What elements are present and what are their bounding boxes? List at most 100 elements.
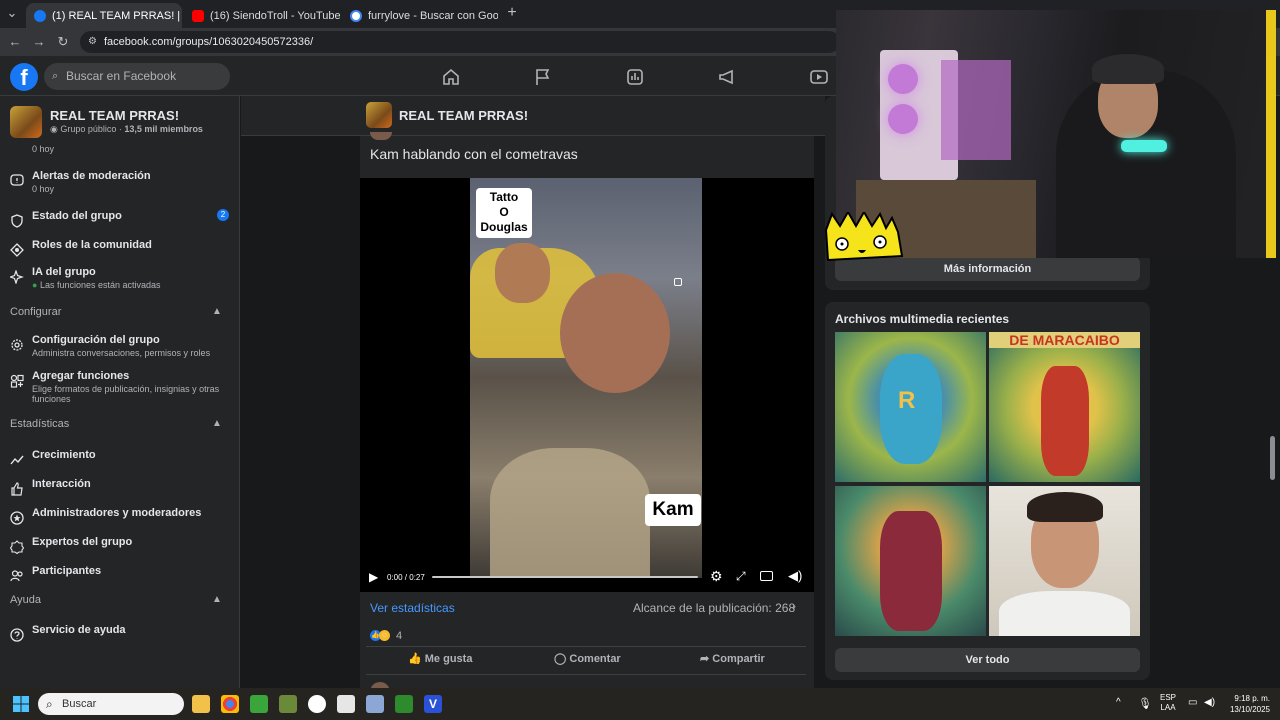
sidebar-item-participants[interactable]: Participantes [0,563,239,591]
windows-start-icon[interactable] [12,695,30,713]
search-icon: ⌕ [52,70,59,82]
reaction-count[interactable]: 4 [396,630,402,642]
media-thumbnail[interactable] [989,486,1140,636]
clock[interactable]: 9:18 p. m. 13/10/2025 [1222,693,1270,715]
network-icon[interactable]: ▭ [1188,697,1197,708]
sidebar-item-group-settings[interactable]: Configuración del grupo Administra conve… [0,332,239,362]
media-thumbnail[interactable]: R [835,332,986,482]
sidebar-item-sub: Administra conversaciones, permisos y ro… [32,348,211,358]
view-stats-link[interactable]: Ver estadísticas [370,601,455,615]
tab-title: (16) SiendoTroll - YouTube [210,9,340,22]
sidebar-item-label: Expertos del grupo [32,536,133,548]
file-explorer-icon[interactable] [192,695,210,713]
sidebar-item-add-features[interactable]: Agregar funciones Elige formatos de publ… [0,368,239,408]
clock-time: 9:18 p. m. [1234,694,1270,703]
video-icon[interactable] [809,67,829,87]
chevron-right-icon[interactable]: › [792,599,796,613]
flag-icon[interactable] [533,67,553,87]
group-avatar[interactable] [10,106,42,138]
fullscreen-icon[interactable]: ⤢ [736,569,746,584]
sticky-group-header: REAL TEAM PRRAS! [241,96,825,136]
browser-tab-google[interactable]: furrylove - Buscar con Google ✕ [342,3,498,28]
chevron-up-icon[interactable]: ▲ [212,418,222,429]
sidebar-item-group-status[interactable]: Estado del grupo 2 [0,208,239,236]
person-beanie [1092,54,1164,84]
facebook-logo[interactable]: f [10,63,38,91]
url-input[interactable]: ⚙ facebook.com/groups/1063020450572336/ [80,31,840,53]
sidebar-item-moderation-alerts[interactable]: Alertas de moderación 0 hoy [0,168,239,198]
author-avatar[interactable] [370,132,392,140]
main-feed: REAL TEAM PRRAS! Kam hablando con el com… [241,96,825,688]
group-header-title[interactable]: REAL TEAM PRRAS! [399,108,528,123]
chevron-up-icon[interactable]: ▲ [212,594,222,605]
comment-button[interactable]: ◯ Comentar [554,652,621,665]
reload-icon[interactable]: ↻ [55,34,71,50]
notepad-icon[interactable] [337,695,355,713]
game-icon[interactable] [279,695,297,713]
share-button[interactable]: ➦ Compartir [700,652,765,665]
sidebar-item-label: Participantes [32,565,102,577]
forward-arrow-icon[interactable]: → [31,34,47,50]
back-arrow-icon[interactable]: ← [7,34,23,50]
site-info-icon[interactable]: ⚙ [88,31,97,53]
engine-shape [490,448,650,578]
volume-icon[interactable]: ◀) [788,568,802,584]
group-avatar[interactable] [366,102,392,128]
settings-gear-icon[interactable]: ⚙ [710,568,723,585]
tab-title: (1) REAL TEAM PRRAS! | Facebo [52,9,182,22]
sidebar-item-help-center[interactable]: Servicio de ayuda [0,622,239,650]
video-time: 0:00 / 0:27 [387,573,425,582]
video-caption-top: Tatto O Douglas [476,188,532,238]
search-icon: ⌕ [46,697,53,711]
browser-tab-youtube[interactable]: (16) SiendoTroll - YouTube ✕ [184,3,340,28]
media-app-icon[interactable] [395,695,413,713]
video-progress-bar[interactable] [432,576,698,578]
chevron-up-icon[interactable]: ^ [1116,697,1121,708]
app-g-icon[interactable] [308,695,326,713]
volume-icon[interactable]: ◀) [1204,697,1215,708]
v-app-icon[interactable]: V [424,695,442,713]
chrome-icon[interactable] [221,695,239,713]
sidebar-item-interaction[interactable]: Interacción [0,476,239,504]
url-text: facebook.com/groups/1063020450572336/ [104,36,314,48]
calculator-icon[interactable] [366,695,384,713]
sidebar-item-growth[interactable]: Crecimiento [0,447,239,475]
media-thumbnail[interactable] [835,486,986,636]
language-top: ESP [1160,693,1177,702]
status-dot-icon: ● [32,280,40,290]
see-all-button[interactable]: Ver todo [835,648,1140,672]
picture-in-picture-icon[interactable] [760,571,773,581]
home-icon[interactable] [441,67,461,87]
cut-off-text: 0 hoy [32,144,55,154]
video-player[interactable]: Tatto O Douglas Kam ▶ 0:00 / 0:27 ⚙ ⤢ ◀) [360,178,814,592]
scrollbar-thumb[interactable] [1270,436,1275,480]
taskbar-search[interactable]: ⌕ Buscar [38,693,184,715]
sidebar-item-group-ai[interactable]: IA del grupo ● Las funciones están activ… [0,264,239,294]
post-card: Kam hablando con el cometravas Tatto O D… [360,132,814,688]
facebook-favicon-icon [34,9,46,22]
sidebar-item-group-experts[interactable]: Expertos del grupo [0,534,239,562]
play-icon[interactable]: ▶ [369,570,378,584]
microphone-icon[interactable]: 🎙 [1138,697,1152,710]
like-button[interactable]: 👍 Me gusta [408,652,472,665]
sidebar-item-community-roles[interactable]: Roles de la comunidad [0,237,239,265]
megaphone-icon[interactable] [717,67,737,87]
post-reach[interactable]: Alcance de la publicación: 268 [633,601,795,615]
tab-search-icon[interactable]: ⌄ [4,5,20,21]
media-caption: DE MARACAIBO [989,332,1140,348]
sidebar-item-admins-moderators[interactable]: Administradores y moderadores [0,505,239,533]
group-name[interactable]: REAL TEAM PRRAS! [50,108,179,123]
sticker-art [824,209,904,262]
comment-icon: ◯ [554,653,570,665]
group-privacy: Grupo público · [60,124,125,134]
minecraft-icon[interactable] [250,695,268,713]
windows-taskbar: ⌕ Buscar V ^ 🎙 ESP LAA ▭ ◀) 9:18 p. m. 1… [0,688,1280,720]
new-tab-button[interactable]: + [504,5,520,21]
search-input[interactable]: ⌕ Buscar en Facebook [44,63,230,90]
media-thumbnail[interactable]: DE MARACAIBO [989,332,1140,482]
chart-icon[interactable] [625,67,645,87]
language-indicator[interactable]: ESP LAA [1160,693,1176,713]
like-label: Me gusta [424,653,473,665]
chevron-up-icon[interactable]: ▲ [212,306,222,317]
browser-tab-facebook[interactable]: (1) REAL TEAM PRRAS! | Facebo ✕ [26,3,182,28]
